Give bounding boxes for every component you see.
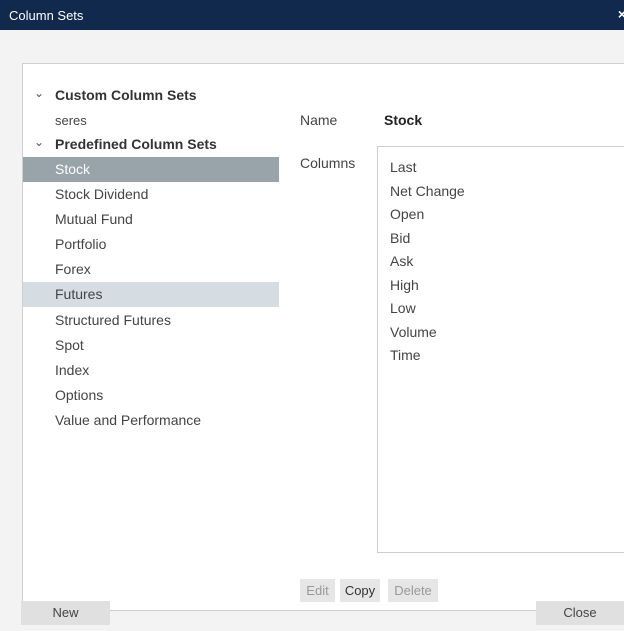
close-button[interactable]: Close [536,601,624,625]
predefined-column-sets-group[interactable]: ⌄ Predefined Column Sets [23,134,279,154]
column-sets-panel: ⌄ Custom Column Sets seres ⌄ Predefined … [22,63,624,611]
tree-item-label: Stock [55,161,91,177]
name-value: Stock [384,112,423,128]
group-label: Custom Column Sets [55,87,197,103]
tree-item-mutual-fund[interactable]: Mutual Fund [23,207,279,232]
group-label: Predefined Column Sets [55,136,217,152]
tree-item-forex[interactable]: Forex [23,257,279,282]
edit-button[interactable]: Edit [300,579,335,602]
tree-item-label: Forex [55,261,91,277]
list-item: Low [390,300,416,316]
list-item: Bid [390,230,411,246]
list-item: Ask [390,253,414,269]
tree-item-label: Spot [55,337,84,353]
tree-item-value-and-performance[interactable]: Value and Performance [23,408,279,433]
copy-button[interactable]: Copy [340,579,380,602]
list-item: Last [390,159,417,175]
delete-button[interactable]: Delete [388,579,438,602]
tree-item-structured-futures[interactable]: Structured Futures [23,308,279,333]
list-item: Open [390,206,425,222]
columns-list[interactable]: Last Net Change Open Bid Ask High Low Vo… [377,146,624,553]
tree-item-seres[interactable]: seres [55,113,87,128]
columns-label: Columns [300,155,356,171]
tree-item-spot[interactable]: Spot [23,333,279,358]
tree-item-label: Index [55,362,90,378]
dialog-titlebar: Column Sets × [0,0,624,30]
list-item: High [390,277,419,293]
tree-item-options[interactable]: Options [23,383,279,408]
close-icon[interactable]: × [618,6,624,22]
list-item: Time [390,347,421,363]
name-label: Name [300,112,338,128]
tree-item-label: Futures [55,286,103,302]
tree-item-stock[interactable]: Stock [23,157,279,182]
tree-item-label: Structured Futures [55,312,171,328]
tree-item-label: Mutual Fund [55,211,133,227]
list-item: Volume [390,324,437,340]
tree-item-futures[interactable]: Futures [23,282,279,307]
dialog-body: ⌄ Custom Column Sets seres ⌄ Predefined … [0,30,624,631]
tree-item-index[interactable]: Index [23,358,279,383]
new-button[interactable]: New [21,601,110,625]
tree-item-portfolio[interactable]: Portfolio [23,232,279,257]
dialog-title: Column Sets [9,8,84,23]
tree-item-label: Portfolio [55,236,107,252]
tree-item-stock-dividend[interactable]: Stock Dividend [23,182,279,207]
tree-item-label: Value and Performance [55,412,202,428]
list-item: Net Change [390,183,465,199]
tree-item-label: Stock Dividend [55,186,149,202]
custom-column-sets-group[interactable]: ⌄ Custom Column Sets [23,85,279,105]
chevron-down-icon[interactable]: ⌄ [34,135,44,149]
chevron-down-icon[interactable]: ⌄ [34,86,44,100]
tree-item-label: Options [55,387,104,403]
